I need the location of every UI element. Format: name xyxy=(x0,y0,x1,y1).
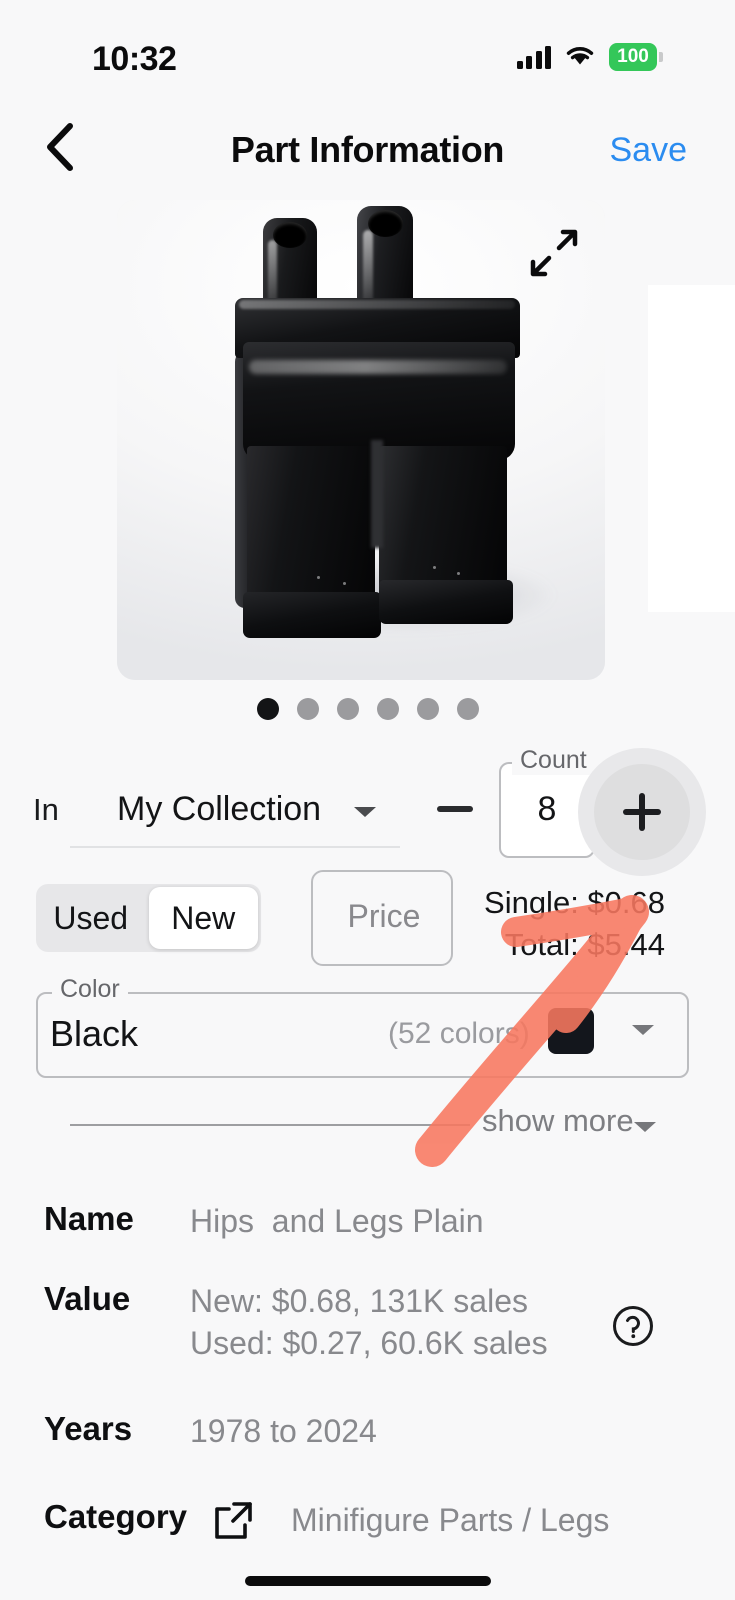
condition-segmented-control[interactable]: Used New xyxy=(36,884,261,952)
save-button[interactable]: Save xyxy=(610,131,688,170)
color-count-label: (52 colors) xyxy=(388,1017,530,1050)
show-more-row[interactable]: show more xyxy=(0,1095,735,1155)
condition-option-used[interactable]: Used xyxy=(36,884,146,952)
color-swatch xyxy=(548,1008,594,1054)
lego-hip-plate-highlight xyxy=(239,300,515,309)
collection-select[interactable]: My Collection xyxy=(70,772,400,848)
lego-hips-highlight xyxy=(249,360,507,374)
status-indicators: 100 xyxy=(516,40,663,74)
decrement-count-button[interactable] xyxy=(422,774,488,844)
lego-stud-left-hole xyxy=(273,222,307,248)
carousel-dot-2[interactable] xyxy=(296,698,319,720)
divider xyxy=(70,1124,470,1126)
battery-level: 100 xyxy=(609,43,657,71)
chevron-down-icon xyxy=(352,804,378,825)
info-value-category[interactable]: Minifigure Parts / Legs xyxy=(291,1502,609,1539)
info-value-used: Used: $0.27, 60.6K sales xyxy=(190,1325,548,1361)
info-value-name: Hips and Legs Plain xyxy=(190,1203,484,1239)
status-time: 10:32 xyxy=(92,40,177,78)
show-more-label[interactable]: show more xyxy=(482,1103,634,1139)
info-label-years: Years xyxy=(44,1410,133,1447)
home-indicator xyxy=(244,1576,491,1586)
count-field-legend: Count xyxy=(512,746,595,775)
info-row-years: Years 1978 to 2024 xyxy=(0,1410,735,1470)
lego-stud-right-hole xyxy=(368,210,403,237)
lego-leg-gap xyxy=(371,440,383,548)
status-bar: 10:32 100 xyxy=(0,0,735,105)
color-field-legend: Color xyxy=(52,975,128,1004)
color-select-value: Black xyxy=(50,1013,139,1054)
increment-count-button[interactable] xyxy=(600,770,684,854)
battery-tip-icon xyxy=(659,52,663,62)
carousel-dot-6[interactable] xyxy=(456,698,479,720)
collection-count-row: In My Collection Count 8 xyxy=(0,746,735,876)
help-circle-icon[interactable] xyxy=(612,1305,654,1347)
price-summary: Single: $0.68 Total: $5.44 xyxy=(484,882,665,966)
info-label-name: Name xyxy=(44,1200,134,1237)
external-link-icon[interactable] xyxy=(212,1500,254,1542)
app-screen: 10:32 100 Part Information Save In My Co… xyxy=(0,0,735,1600)
lego-foot-right xyxy=(379,580,513,624)
lego-foot-left xyxy=(243,592,381,638)
info-value-new: New: $0.68, 131K sales xyxy=(190,1283,528,1319)
in-label: In xyxy=(33,792,59,827)
carousel-dot-4[interactable] xyxy=(376,698,399,720)
chevron-down-icon[interactable] xyxy=(630,1022,656,1043)
next-photo-peek[interactable] xyxy=(648,285,735,612)
condition-price-row: Used New Price Single: $0.68 Total: $5.4… xyxy=(0,870,735,966)
price-field[interactable]: Price xyxy=(311,870,453,966)
battery-indicator: 100 xyxy=(609,43,663,71)
price-input-placeholder: Price xyxy=(347,898,421,934)
info-label-value: Value xyxy=(44,1280,131,1317)
condition-option-new[interactable]: New xyxy=(148,887,258,949)
info-value-years: 1978 to 2024 xyxy=(190,1413,377,1449)
single-price: Single: $0.68 xyxy=(484,885,665,920)
info-row-name: Name Hips and Legs Plain xyxy=(0,1200,735,1260)
collection-select-value: My Collection xyxy=(117,790,322,828)
carousel-dots[interactable] xyxy=(0,698,735,720)
nav-bar: Part Information Save xyxy=(0,105,735,193)
image-carousel[interactable] xyxy=(0,195,735,685)
total-price: Total: $5.44 xyxy=(504,927,665,962)
chevron-down-icon[interactable] xyxy=(632,1119,658,1140)
part-photo[interactable] xyxy=(117,200,605,680)
info-label-category: Category xyxy=(44,1498,188,1535)
minus-icon xyxy=(437,806,473,812)
carousel-dot-5[interactable] xyxy=(416,698,439,720)
cellular-signal-icon xyxy=(516,45,551,69)
wifi-icon xyxy=(564,43,596,72)
carousel-dot-1[interactable] xyxy=(256,698,279,720)
expand-arrows-icon[interactable] xyxy=(529,228,579,278)
carousel-dot-3[interactable] xyxy=(336,698,359,720)
